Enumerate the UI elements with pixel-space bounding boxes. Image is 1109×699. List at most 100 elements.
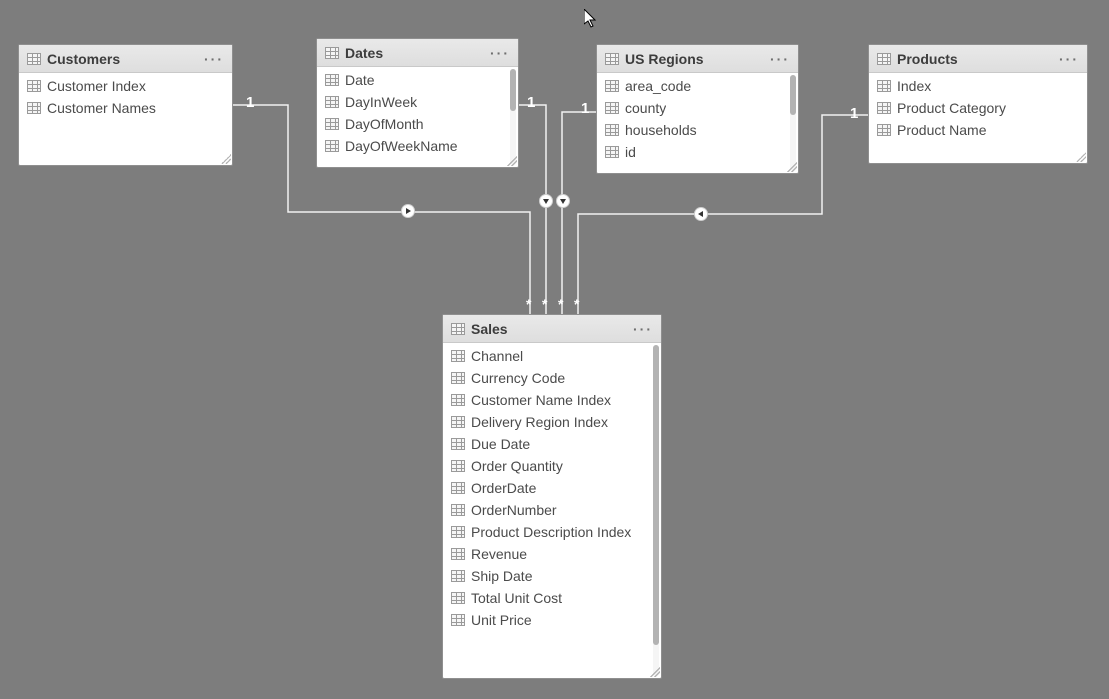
field-item[interactable]: DayOfWeekName	[317, 135, 518, 157]
field-item[interactable]: OrderNumber	[443, 499, 661, 521]
field-name: Unit Price	[471, 612, 532, 628]
scroll-thumb[interactable]	[790, 75, 796, 115]
field-item[interactable]: Index	[869, 75, 1087, 97]
field-name: Due Date	[471, 436, 530, 452]
field-name: Date	[345, 72, 375, 88]
table-title: US Regions	[625, 51, 764, 67]
field-name: Customer Names	[47, 100, 156, 116]
column-icon	[451, 438, 465, 450]
field-item[interactable]: DayInWeek	[317, 91, 518, 113]
table-title: Customers	[47, 51, 198, 67]
column-icon	[325, 96, 339, 108]
field-item[interactable]: Ship Date	[443, 565, 661, 587]
model-canvas[interactable]: 1 1 1 1 * * * * Customers···Customer Ind…	[0, 0, 1109, 699]
field-item[interactable]: id	[597, 141, 798, 163]
scrollbar[interactable]	[790, 75, 796, 171]
column-icon	[605, 80, 619, 92]
field-item[interactable]: Unit Price	[443, 609, 661, 631]
table-header-usregions[interactable]: US Regions ···	[597, 45, 798, 73]
field-item[interactable]: Product Category	[869, 97, 1087, 119]
field-name: Index	[897, 78, 931, 94]
field-name: households	[625, 122, 697, 138]
field-item[interactable]: Channel	[443, 345, 661, 367]
table-title: Dates	[345, 45, 484, 61]
field-name: DayInWeek	[345, 94, 417, 110]
field-name: Channel	[471, 348, 523, 364]
scrollbar[interactable]	[510, 69, 516, 165]
field-name: Product Name	[897, 122, 986, 138]
field-item[interactable]: OrderDate	[443, 477, 661, 499]
scrollbar[interactable]	[653, 345, 659, 676]
column-icon	[325, 118, 339, 130]
column-icon	[605, 124, 619, 136]
more-options-icon[interactable]: ···	[770, 51, 790, 67]
column-icon	[877, 102, 891, 114]
table-icon	[451, 323, 465, 335]
filter-arrow-products[interactable]	[694, 207, 708, 221]
table-header-products[interactable]: Products ···	[869, 45, 1087, 73]
table-title: Products	[897, 51, 1053, 67]
field-name: Currency Code	[471, 370, 565, 386]
field-item[interactable]: Date	[317, 69, 518, 91]
field-item[interactable]: Delivery Region Index	[443, 411, 661, 433]
more-options-icon[interactable]: ···	[633, 321, 653, 337]
field-item[interactable]: Customer Index	[19, 75, 232, 97]
column-icon	[451, 592, 465, 604]
field-item[interactable]: households	[597, 119, 798, 141]
field-item[interactable]: Order Quantity	[443, 455, 661, 477]
cardinality-one-products: 1	[850, 105, 858, 122]
cardinality-many-dates: *	[542, 296, 547, 312]
field-name: Delivery Region Index	[471, 414, 608, 430]
column-icon	[451, 372, 465, 384]
field-item[interactable]: Product Name	[869, 119, 1087, 141]
cardinality-one-usregions: 1	[581, 100, 589, 117]
field-item[interactable]: Currency Code	[443, 367, 661, 389]
field-item[interactable]: Due Date	[443, 433, 661, 455]
field-item[interactable]: Product Description Index	[443, 521, 661, 543]
column-icon	[605, 102, 619, 114]
field-name: county	[625, 100, 666, 116]
table-card-usregions[interactable]: US Regions ··· area_codecounty households id	[596, 44, 799, 174]
field-item[interactable]: DayOfMonth	[317, 113, 518, 135]
field-list[interactable]: Channel Currency Code Customer Name Index D…	[443, 343, 661, 678]
field-list[interactable]: Date DayInWeek DayOfMonthDayOfWeekName	[317, 67, 518, 167]
table-card-customers[interactable]: Customers ··· Customer Index Customer Names	[18, 44, 233, 166]
more-options-icon[interactable]: ···	[490, 45, 510, 61]
field-item[interactable]: Revenue	[443, 543, 661, 565]
field-item[interactable]: Total Unit Cost	[443, 587, 661, 609]
field-list[interactable]: area_codecounty households id	[597, 73, 798, 173]
field-name: Revenue	[471, 546, 527, 562]
scroll-thumb[interactable]	[510, 69, 516, 111]
table-header-sales[interactable]: Sales···	[443, 315, 661, 343]
field-item[interactable]: Customer Names	[19, 97, 232, 119]
table-icon	[325, 47, 339, 59]
scroll-thumb[interactable]	[653, 345, 659, 645]
resize-handle[interactable]	[650, 667, 660, 677]
resize-handle[interactable]	[787, 162, 797, 172]
table-icon	[605, 53, 619, 65]
table-header-customers[interactable]: Customers ···	[19, 45, 232, 73]
table-card-products[interactable]: Products ··· Index Product Category Product …	[868, 44, 1088, 164]
table-header-dates[interactable]: Dates ···	[317, 39, 518, 67]
more-options-icon[interactable]: ···	[1059, 51, 1079, 67]
field-name: Total Unit Cost	[471, 590, 562, 606]
field-list[interactable]: Customer Index Customer Names	[19, 73, 232, 165]
filter-arrow-usregions[interactable]	[556, 194, 570, 208]
field-name: Customer Name Index	[471, 392, 611, 408]
field-item[interactable]: Customer Name Index	[443, 389, 661, 411]
filter-arrow-dates[interactable]	[539, 194, 553, 208]
filter-arrow-customers[interactable]	[401, 204, 415, 218]
table-card-dates[interactable]: Dates ··· Date DayInWeek DayOfMonthDayOfWeek…	[316, 38, 519, 168]
field-name: Ship Date	[471, 568, 532, 584]
field-item[interactable]: county	[597, 97, 798, 119]
field-name: Product Category	[897, 100, 1006, 116]
resize-handle[interactable]	[221, 154, 231, 164]
field-name: OrderDate	[471, 480, 536, 496]
field-list[interactable]: Index Product Category Product Name	[869, 73, 1087, 163]
field-item[interactable]: area_code	[597, 75, 798, 97]
resize-handle[interactable]	[507, 156, 517, 166]
more-options-icon[interactable]: ···	[204, 51, 224, 67]
resize-handle[interactable]	[1076, 152, 1086, 162]
table-card-sales[interactable]: Sales··· Channel Currency Code Customer Nam…	[442, 314, 662, 679]
column-icon	[451, 548, 465, 560]
